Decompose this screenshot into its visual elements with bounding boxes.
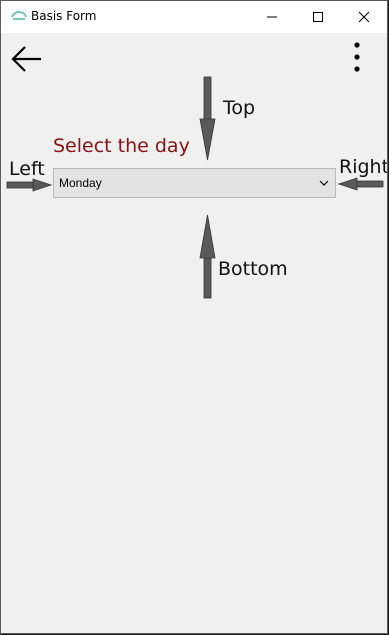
maximize-icon	[313, 12, 323, 22]
close-button[interactable]	[341, 1, 387, 33]
more-options-button[interactable]	[343, 41, 371, 77]
bottom-arrow-icon	[199, 214, 216, 299]
app-icon	[11, 11, 27, 20]
back-arrow-icon	[11, 46, 41, 72]
window-title: Basis Form	[31, 9, 97, 23]
more-vertical-icon	[354, 42, 360, 72]
annotation-arrows	[6, 76, 384, 299]
day-picker-value: Monday	[59, 176, 102, 190]
select-day-label: Select the day	[53, 135, 190, 157]
maximize-button[interactable]	[295, 1, 341, 33]
minimize-button[interactable]	[249, 1, 295, 33]
chevron-down-icon	[319, 180, 329, 186]
right-arrow-icon	[337, 177, 384, 191]
app-window: Basis Form Top Bottom Left Right Select …	[0, 0, 388, 634]
title-bar: Basis Form	[1, 1, 387, 33]
back-button[interactable]	[9, 41, 45, 77]
bottom-annotation: Bottom	[218, 258, 288, 280]
top-annotation: Top	[223, 97, 256, 119]
left-annotation: Left	[9, 158, 45, 180]
day-picker[interactable]: Monday	[53, 168, 336, 198]
minimize-icon	[267, 16, 277, 18]
left-arrow-icon	[6, 178, 53, 192]
close-icon	[358, 11, 370, 23]
right-annotation: Right	[339, 156, 388, 178]
top-arrow-icon	[199, 76, 216, 161]
